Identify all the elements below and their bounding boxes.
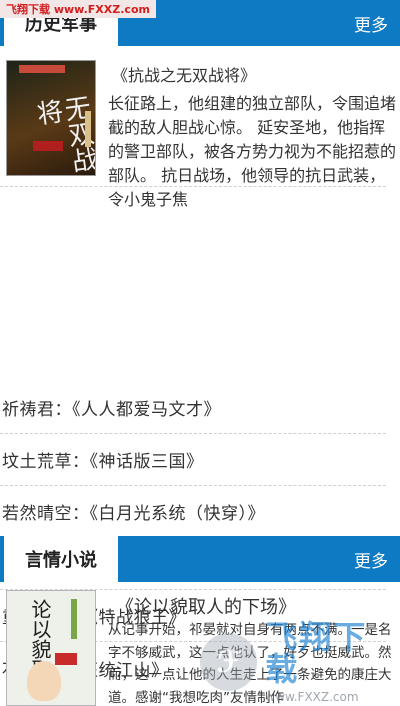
featured-divider: [0, 186, 386, 187]
book-cover-image[interactable]: 论以貌取人: [6, 590, 96, 706]
book-description: 长征路上，他组建的独立部队，令围追堵截的敌人胆战心惊。 延安圣地，他指挥的警卫部…: [108, 94, 397, 209]
watermark-top: 飞翔下载 www.FXXZ.com: [0, 0, 156, 18]
more-button-romance[interactable]: 更多: [354, 536, 388, 582]
cover-character-figure: [27, 661, 61, 701]
cover-red-seal: [55, 653, 77, 665]
book-title-link[interactable]: 《抗战之无双战将》: [112, 62, 256, 86]
section-title-romance: 言情小说: [0, 536, 118, 582]
list-item-book-3[interactable]: 若然晴空：《白月光系统（快穿）》: [0, 486, 386, 538]
cover-red-seal: [33, 141, 63, 151]
book-title-link[interactable]: 《论以貌取人的下场》: [116, 593, 296, 619]
cover-author-strip: [85, 111, 91, 147]
book-cover-image[interactable]: 无双战将: [6, 60, 96, 176]
cover-publisher-tag: [19, 65, 65, 73]
list-item-book-2[interactable]: 坟土荒草：《神话版三国》: [0, 434, 386, 486]
cover-decoration: [71, 599, 77, 639]
section-header-romance: 言情小说 更多: [0, 536, 400, 582]
book-description: 从记事开始，祁晏就对自身有两点不满。一是名字不够威武，这一点他认了，好歹也挺威武…: [108, 622, 392, 706]
list-item-book-1[interactable]: 祈祷君：《人人都爱马文才》: [0, 382, 386, 434]
more-button-history[interactable]: 更多: [354, 0, 388, 46]
